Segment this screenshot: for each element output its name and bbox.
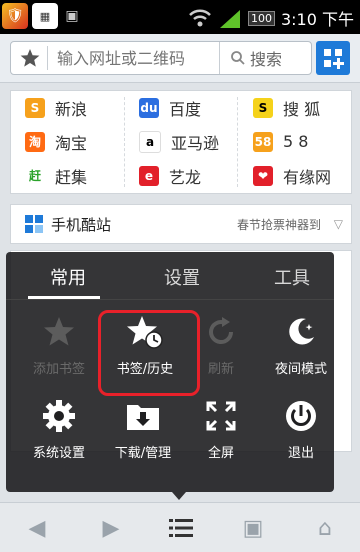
watermark-overlay <box>232 509 352 549</box>
wifi-icon <box>189 9 211 27</box>
mobile-sites-title: 手机酷站 <box>51 216 112 234</box>
amazon-logo-icon: a <box>139 130 161 153</box>
browser-toolbar: 搜索 <box>0 34 360 83</box>
youyuan-logo-icon: ❤ <box>253 165 273 186</box>
tab-common[interactable]: 常用 <box>50 264 86 290</box>
settings-gear-icon <box>39 396 79 436</box>
quick-link-label: 淘宝 <box>55 133 88 153</box>
signal-icon <box>219 10 240 28</box>
tabs-divider <box>6 299 334 300</box>
menu-item-night-mode[interactable]: 夜间模式 <box>260 312 342 377</box>
menu-pointer <box>172 492 186 500</box>
android-icon: ▣ <box>65 8 79 24</box>
battery-indicator: 100 <box>247 10 275 26</box>
apps-grid-button[interactable] <box>316 41 350 75</box>
sohu-logo-icon: S <box>253 97 273 118</box>
highlight-box <box>98 310 200 396</box>
quick-link-elong[interactable]: e 艺龙 <box>125 159 237 192</box>
menu-item-label: 刷新 <box>207 362 234 377</box>
menu-item-label: 系统设置 <box>32 446 85 461</box>
quick-link-58[interactable]: 58 5 8 <box>239 125 351 158</box>
chevron-down-icon[interactable]: ▽ <box>334 217 343 231</box>
quick-link-label: 搜 狐 <box>283 99 321 119</box>
overflow-menu: 常用 设置 工具 添加书签 书签/历史 刷新 夜间模式 系统设置 下载/管理 全… <box>6 252 334 492</box>
menu-item-exit[interactable]: 退出 <box>260 396 342 461</box>
menu-tabs: 常用 设置 工具 <box>6 252 334 300</box>
fullscreen-icon <box>201 396 241 436</box>
back-arrow-icon[interactable]: ◀ <box>24 515 50 541</box>
search-icon <box>231 51 245 65</box>
menu-item-downloads[interactable]: 下载/管理 <box>102 396 184 461</box>
status-time: 3:10 下午 <box>280 10 354 29</box>
quick-link-label: 新浪 <box>55 99 88 119</box>
power-icon <box>281 396 321 436</box>
elong-logo-icon: e <box>139 165 159 186</box>
menu-icon[interactable] <box>168 515 194 541</box>
promo-text[interactable]: 春节抢票神器到 <box>237 216 321 233</box>
mobile-sites-icon <box>25 215 43 233</box>
menu-item-label: 夜间模式 <box>274 362 327 377</box>
taobao-logo-icon: 淘 <box>25 131 45 152</box>
mobile-sites-bar[interactable]: 手机酷站 春节抢票神器到 ▽ <box>10 204 352 244</box>
quick-link-baidu[interactable]: du 百度 <box>125 91 237 124</box>
tab-settings[interactable]: 设置 <box>164 264 200 290</box>
security-shield-icon: 🛡 <box>2 3 28 29</box>
bookmark-star-icon[interactable] <box>19 47 41 69</box>
apps-grid-icon <box>324 49 344 69</box>
menu-item-label: 添加书签 <box>32 362 85 377</box>
address-divider <box>47 46 48 70</box>
ganji-logo-icon: 赶 <box>25 165 45 186</box>
menu-item-system-settings[interactable]: 系统设置 <box>18 396 100 461</box>
quick-link-label: 赶集 <box>55 167 88 187</box>
quick-link-label: 亚马逊 <box>171 133 220 153</box>
tab-tools[interactable]: 工具 <box>274 264 310 290</box>
calendar-icon: ▦ <box>32 3 58 29</box>
menu-item-fullscreen[interactable]: 全屏 <box>180 396 262 461</box>
address-bar[interactable]: 搜索 <box>10 41 312 75</box>
search-label: 搜索 <box>250 50 283 69</box>
quick-link-label: 有缘网 <box>283 167 332 187</box>
quick-link-youyuan[interactable]: ❤ 有缘网 <box>239 159 351 192</box>
status-bar: 🛡 ▦ ▣ 100 3:10 下午 <box>0 0 360 34</box>
quick-link-label: 艺龙 <box>169 167 202 187</box>
url-input[interactable] <box>55 48 219 69</box>
search-button[interactable]: 搜索 <box>219 42 311 74</box>
night-mode-icon <box>281 312 321 352</box>
58-logo-icon: 58 <box>253 131 273 152</box>
download-icon <box>123 396 163 436</box>
quick-link-amazon[interactable]: a 亚马逊 <box>125 125 237 158</box>
baidu-logo-icon: du <box>139 97 159 118</box>
quick-link-taobao[interactable]: 淘 淘宝 <box>11 125 123 158</box>
quick-links-panel: S 新浪 du 百度 S 搜 狐 淘 淘宝 a 亚马逊 58 5 8 赶 赶集 … <box>10 90 352 194</box>
menu-item-label: 退出 <box>287 446 314 461</box>
bottom-nav-bar: ◀ ▶ ▣ ⌂ <box>0 502 360 552</box>
quick-link-sina[interactable]: S 新浪 <box>11 91 123 124</box>
quick-link-label: 百度 <box>169 99 202 119</box>
refresh-icon <box>201 312 241 352</box>
quick-link-ganji[interactable]: 赶 赶集 <box>11 159 123 192</box>
menu-item-add-bookmark[interactable]: 添加书签 <box>18 312 100 377</box>
sina-logo-icon: S <box>25 97 45 118</box>
add-bookmark-icon <box>39 312 79 352</box>
menu-item-label: 下载/管理 <box>114 446 172 461</box>
forward-arrow-icon[interactable]: ▶ <box>98 515 124 541</box>
menu-item-label: 全屏 <box>207 446 234 461</box>
quick-link-label: 5 8 <box>283 132 309 151</box>
quick-link-sohu[interactable]: S 搜 狐 <box>239 91 351 124</box>
